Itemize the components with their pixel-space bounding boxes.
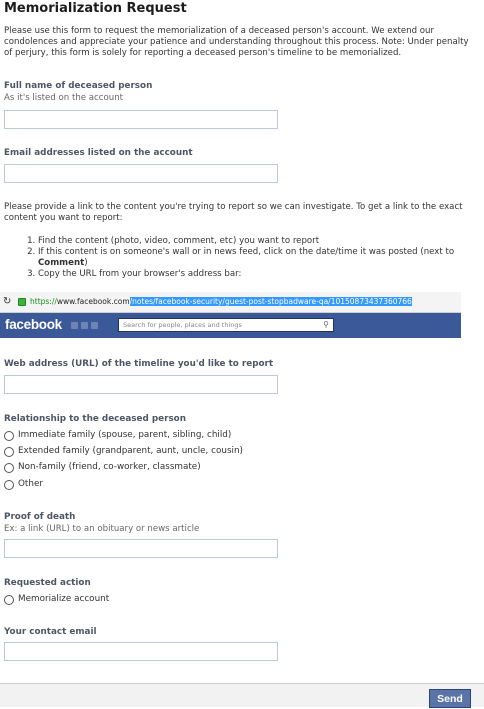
link-help-paragraph: Please provide a link to the content you… — [4, 202, 463, 223]
proof-label: Proof of death — [4, 512, 76, 522]
reload-icon: ↻ — [3, 296, 12, 307]
radio-button[interactable] — [4, 447, 14, 457]
timeline-url-input[interactable] — [4, 375, 278, 394]
proof-input[interactable] — [4, 539, 278, 558]
step-2: If this content is on someone's wall or … — [38, 247, 478, 269]
radio-label: Other — [18, 479, 43, 489]
link-help-steps: Find the content (photo, video, comment,… — [22, 236, 478, 280]
friends-icon — [71, 322, 78, 329]
browser-url-bar: ↻ https://www.facebook.com/notes/faceboo… — [0, 292, 461, 313]
facebook-logo: facebook — [5, 317, 62, 332]
notification-icons — [71, 322, 101, 332]
globe-icon — [91, 322, 98, 329]
page-title: Memorialization Request — [4, 1, 187, 16]
radio-label: Non-family (friend, co-worker, classmate… — [18, 462, 201, 472]
facebook-search-box: Search for people, places and things ⚲ — [118, 318, 334, 332]
radio-label: Immediate family (spouse, parent, siblin… — [18, 430, 232, 440]
relationship-label: Relationship to the deceased person — [4, 414, 186, 424]
emails-label: Email addresses listed on the account — [4, 148, 193, 158]
step-3: Copy the URL from your browser's address… — [38, 269, 478, 280]
radio-label: Memorialize account — [18, 594, 110, 604]
send-button[interactable]: Send — [429, 689, 471, 708]
radio-button[interactable] — [4, 463, 14, 473]
step-1: Find the content (photo, video, comment,… — [38, 236, 478, 247]
full-name-label: Full name of deceased person — [4, 81, 153, 91]
example-url: https://www.facebook.com/notes/facebook-… — [30, 297, 412, 306]
facebook-header-bar: facebook Search for people, places and t… — [0, 313, 461, 338]
contact-email-label: Your contact email — [4, 627, 97, 637]
full-name-hint: As it's listed on the account — [4, 93, 124, 103]
timeline-url-label: Web address (URL) of the timeline you'd … — [4, 359, 274, 369]
form-footer: Send — [0, 683, 484, 708]
radio-button[interactable] — [4, 595, 14, 605]
lock-icon — [18, 298, 26, 306]
contact-email-input[interactable] — [4, 642, 278, 661]
search-icon: ⚲ — [323, 320, 329, 329]
requested-action-label: Requested action — [4, 578, 91, 588]
proof-hint: Ex: a link (URL) to an obituary or news … — [4, 524, 200, 534]
full-name-input[interactable] — [4, 110, 278, 129]
messages-icon — [81, 322, 88, 329]
radio-button[interactable] — [4, 431, 14, 441]
example-browser-screenshot: ↻ https://www.facebook.com/notes/faceboo… — [0, 292, 461, 338]
emails-input[interactable] — [4, 164, 278, 183]
intro-text: Please use this form to request the memo… — [4, 26, 469, 58]
radio-button[interactable] — [4, 480, 14, 490]
radio-label: Extended family (grandparent, aunt, uncl… — [18, 446, 243, 456]
